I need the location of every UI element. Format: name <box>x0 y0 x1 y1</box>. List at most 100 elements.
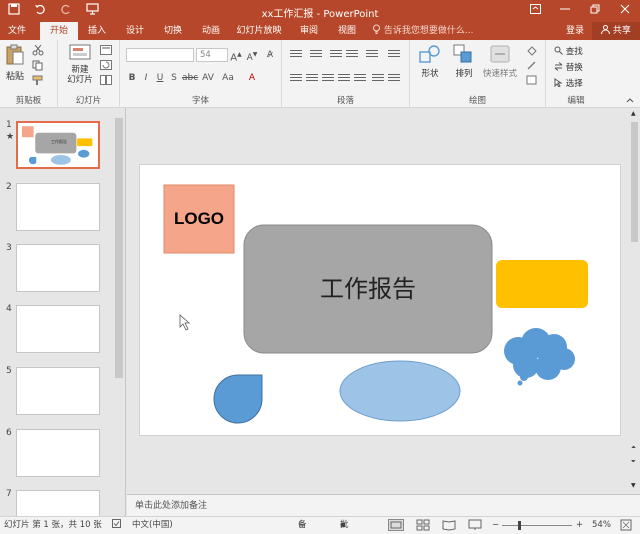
tab-animations[interactable]: 动画 <box>196 22 226 40</box>
current-slide[interactable]: LOGO 工作报告 <box>139 164 621 436</box>
underline-icon[interactable]: U <box>154 72 166 84</box>
close-icon[interactable] <box>610 0 640 22</box>
find-button[interactable]: 查找 <box>554 45 583 57</box>
select-button[interactable]: 选择 <box>554 77 583 89</box>
fit-slide-icon[interactable] <box>620 519 632 534</box>
share-button[interactable]: 共享 <box>592 22 640 40</box>
slide-scrollbar[interactable]: ▲ ⏶ ⏷ ▼ <box>629 108 640 494</box>
slide-thumbnail-2[interactable] <box>16 183 100 231</box>
blue-cloud-callout[interactable] <box>504 328 575 386</box>
thumb-number-1: 1 <box>6 120 12 130</box>
increase-indent-icon[interactable] <box>346 50 358 60</box>
group-clipboard-label: 剪贴板 <box>0 94 57 106</box>
section-icon[interactable] <box>100 75 112 89</box>
font-size-input[interactable]: 54 <box>196 48 228 62</box>
tell-me-box[interactable]: 告诉我您想要做什么... <box>372 22 473 40</box>
zoom-level[interactable]: 54% <box>592 517 611 534</box>
line-spacing-icon[interactable] <box>366 50 378 60</box>
shapes-button[interactable]: 形状 <box>416 44 444 79</box>
character-spacing-icon[interactable]: AV <box>202 72 214 84</box>
change-case-icon[interactable]: Aa <box>222 72 234 84</box>
tab-review[interactable]: 审阅 <box>294 22 324 40</box>
format-painter-icon[interactable] <box>32 75 44 89</box>
language-status[interactable]: 中文(中国) <box>132 517 173 534</box>
quick-styles-button[interactable]: 快速样式 <box>482 44 518 79</box>
ribbon-display-options-icon[interactable] <box>520 0 550 22</box>
font-color-icon[interactable]: A <box>246 72 258 84</box>
tab-view[interactable]: 视图 <box>332 22 362 40</box>
maximize-icon[interactable] <box>580 0 610 22</box>
clear-formatting-icon[interactable]: A̷ <box>264 49 276 61</box>
cut-icon[interactable] <box>32 44 44 59</box>
yellow-rectangle[interactable] <box>496 260 588 308</box>
slide-thumbnail-4[interactable] <box>16 305 100 353</box>
spelling-check-icon[interactable] <box>112 517 121 534</box>
replace-button[interactable]: 替换 <box>554 61 583 73</box>
sign-in-link[interactable]: 登录 <box>566 22 584 40</box>
italic-icon[interactable]: I <box>140 72 152 84</box>
numbering-icon[interactable] <box>310 50 322 60</box>
slide-sorter-view-icon[interactable] <box>416 519 430 534</box>
slide-thumbnail-1[interactable]: 工作报告 <box>16 121 100 169</box>
slide-thumbnail-7[interactable] <box>16 490 100 516</box>
shape-outline-icon[interactable] <box>526 60 538 74</box>
tab-file[interactable]: 文件 <box>0 22 34 40</box>
align-left-icon[interactable] <box>290 74 302 84</box>
light-blue-ellipse[interactable] <box>339 360 461 422</box>
tab-transitions[interactable]: 切换 <box>158 22 188 40</box>
decrease-font-size-icon[interactable]: A▼ <box>246 49 258 63</box>
slide-thumbnail-3[interactable] <box>16 244 100 292</box>
shape-fill-icon[interactable] <box>526 45 538 59</box>
paste-button[interactable]: 粘贴 <box>4 44 26 82</box>
tab-insert[interactable]: 插入 <box>82 22 112 40</box>
zoom-slider[interactable] <box>502 525 572 526</box>
slide-thumbnail-6[interactable] <box>16 429 100 477</box>
smartart-icon[interactable] <box>388 74 400 84</box>
distributed-icon[interactable] <box>354 74 366 84</box>
slide-scrollbar-thumb[interactable] <box>631 122 638 242</box>
notes-pane[interactable]: 单击此处添加备注 <box>127 494 640 516</box>
layout-icon[interactable] <box>100 45 112 59</box>
reading-view-icon[interactable] <box>442 519 456 534</box>
increase-font-size-icon[interactable]: A▲ <box>230 49 242 63</box>
bold-icon[interactable]: B <box>126 72 138 84</box>
scroll-up-icon[interactable]: ▲ <box>631 110 636 117</box>
next-slide-icon[interactable]: ⏷ <box>631 458 636 466</box>
thumbnail-scrollbar-thumb[interactable] <box>115 118 123 378</box>
tab-design[interactable]: 设计 <box>120 22 150 40</box>
font-name-input[interactable] <box>126 48 194 62</box>
strikethrough-icon[interactable]: abc <box>182 72 198 84</box>
zoom-out-icon[interactable]: − <box>492 517 499 534</box>
minimize-icon[interactable] <box>550 0 580 22</box>
bullets-icon[interactable] <box>290 50 302 60</box>
text-shadow-icon[interactable]: S <box>168 72 180 84</box>
align-right-icon[interactable] <box>322 74 334 84</box>
thumb-number-4: 4 <box>6 304 12 314</box>
copy-icon[interactable] <box>32 60 44 74</box>
columns-icon[interactable] <box>372 74 384 84</box>
justify-icon[interactable] <box>338 74 350 84</box>
comments-label: 批注 <box>340 520 349 530</box>
blue-teardrop[interactable] <box>213 374 263 424</box>
tab-home[interactable]: 开始 <box>40 22 78 40</box>
slides-label-text: 幻灯片 <box>75 96 102 106</box>
shape-effects-icon[interactable] <box>526 75 538 89</box>
thumbnail-scrollbar[interactable] <box>114 108 124 516</box>
tab-slideshow[interactable]: 幻灯片放映 <box>234 22 284 40</box>
reset-slide-icon[interactable] <box>100 60 112 74</box>
slide-thumbnail-5[interactable] <box>16 367 100 415</box>
decrease-indent-icon[interactable] <box>330 50 342 60</box>
slideshow-view-icon[interactable] <box>468 519 482 534</box>
zoom-slider-handle[interactable] <box>518 521 521 530</box>
align-center-icon[interactable] <box>306 74 318 84</box>
prev-slide-icon[interactable]: ⏶ <box>631 444 636 452</box>
thumbnail-preview <box>21 126 93 165</box>
slide-title-text[interactable]: 工作报告 <box>244 269 492 304</box>
collapse-ribbon-icon[interactable] <box>626 96 634 106</box>
scroll-down-icon[interactable]: ▼ <box>631 482 636 489</box>
text-direction-icon[interactable] <box>388 50 400 60</box>
zoom-in-icon[interactable]: + <box>576 517 583 534</box>
new-slide-button[interactable]: 新建 幻灯片 <box>64 44 96 85</box>
normal-view-icon[interactable] <box>388 519 404 534</box>
arrange-button[interactable]: 排列 <box>450 44 478 79</box>
